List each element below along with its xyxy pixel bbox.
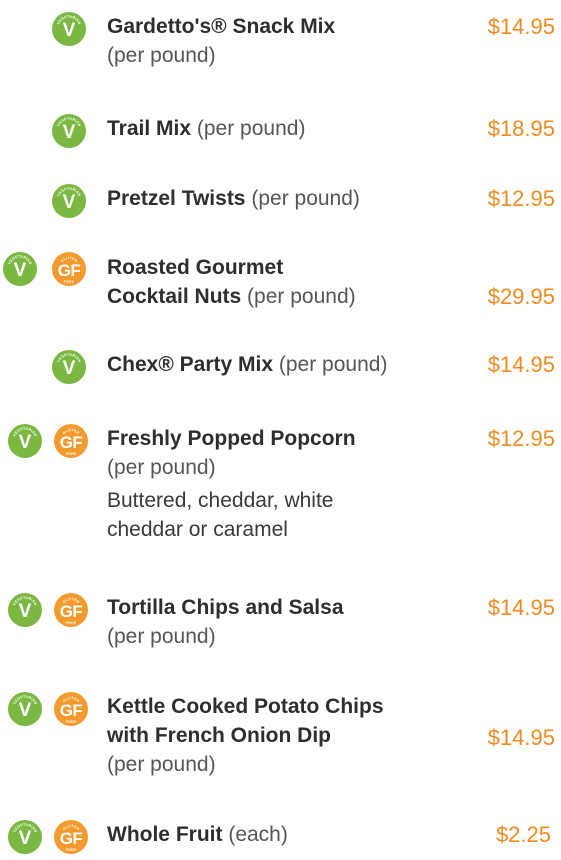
item-note: (per pound) bbox=[247, 285, 356, 308]
vegetarian-badge-icon: VEGETARIAN V bbox=[52, 12, 86, 46]
item-description: Freshly Popped Popcorn (per pound) Butte… bbox=[107, 424, 427, 544]
item-name: with French Onion Dip bbox=[107, 724, 331, 747]
item-name: Roasted Gourmet bbox=[107, 256, 284, 279]
item-name: Kettle Cooked Potato Chips bbox=[107, 695, 384, 718]
vegetarian-badge-icon: VEGETARIAN V bbox=[52, 184, 86, 218]
item-name: Gardetto's® Snack Mix bbox=[107, 15, 336, 38]
vegetarian-badge-icon: VEGETARIAN V bbox=[8, 593, 42, 627]
item-note: (per pound) bbox=[251, 187, 360, 210]
item-description: Trail Mix (per pound) bbox=[107, 114, 442, 143]
vegetarian-badge-icon: VEGETARIAN V bbox=[3, 252, 37, 286]
item-name: Chex® Party Mix bbox=[107, 353, 274, 376]
item-note: (per pound) bbox=[107, 625, 216, 648]
item-name: Pretzel Twists bbox=[107, 187, 246, 210]
item-flavors: Buttered, cheddar, white cheddar or cara… bbox=[107, 489, 334, 541]
item-name: Freshly Popped Popcorn bbox=[107, 427, 356, 450]
item-note: (per pound) bbox=[107, 44, 216, 67]
item-price: $14.95 bbox=[487, 595, 555, 620]
vegetarian-badge-icon: VEGETARIAN V bbox=[8, 424, 42, 458]
item-note: (per pound) bbox=[278, 353, 388, 376]
vegetarian-badge-icon: VEGETARIAN V bbox=[52, 350, 86, 384]
item-price: $18.95 bbox=[487, 116, 555, 141]
vegetarian-badge-icon: VEGETARIAN V bbox=[8, 692, 42, 726]
gluten-free-badge-icon: GLUTEN GF FREE bbox=[54, 820, 88, 854]
item-price: $14.95 bbox=[487, 14, 555, 39]
gluten-free-badge-icon: GLUTEN GF FREE bbox=[54, 424, 88, 458]
item-name: Cocktail Nuts bbox=[107, 285, 242, 308]
vegetarian-badge-icon: VEGETARIAN V bbox=[52, 114, 86, 148]
gluten-free-badge-icon: GLUTEN GF FREE bbox=[54, 692, 88, 726]
item-description: Gardetto's® Snack Mix (per pound) bbox=[107, 12, 442, 70]
item-description: Whole Fruit (each) bbox=[107, 820, 442, 849]
item-price: $14.95 bbox=[487, 725, 555, 750]
item-description: Tortilla Chips and Salsa (per pound) bbox=[107, 593, 427, 651]
gluten-free-badge-icon: GLUTEN GF FREE bbox=[52, 252, 86, 286]
item-description: Kettle Cooked Potato Chips with French O… bbox=[107, 692, 447, 779]
item-price: $12.95 bbox=[487, 186, 555, 211]
item-name: Tortilla Chips and Salsa bbox=[107, 596, 344, 619]
vegetarian-badge-icon: VEGETARIAN V bbox=[8, 820, 42, 854]
item-note: (per pound) bbox=[107, 753, 216, 776]
item-description: Chex® Party Mix (per pound) bbox=[107, 350, 457, 379]
gluten-free-badge-icon: GLUTEN GF FREE bbox=[54, 593, 88, 627]
item-price: $12.95 bbox=[487, 426, 555, 451]
item-note: (each) bbox=[228, 823, 288, 846]
item-name: Whole Fruit bbox=[107, 823, 223, 846]
item-price: $14.95 bbox=[487, 352, 555, 377]
item-price: $2.25 bbox=[495, 822, 551, 847]
item-description: Roasted Gourmet Cocktail Nuts (per pound… bbox=[107, 253, 437, 311]
item-description: Pretzel Twists (per pound) bbox=[107, 184, 442, 213]
item-name: Trail Mix bbox=[107, 117, 192, 140]
item-price: $29.95 bbox=[487, 284, 555, 309]
item-note: (per pound) bbox=[196, 117, 306, 140]
item-note: (per pound) bbox=[107, 456, 216, 479]
